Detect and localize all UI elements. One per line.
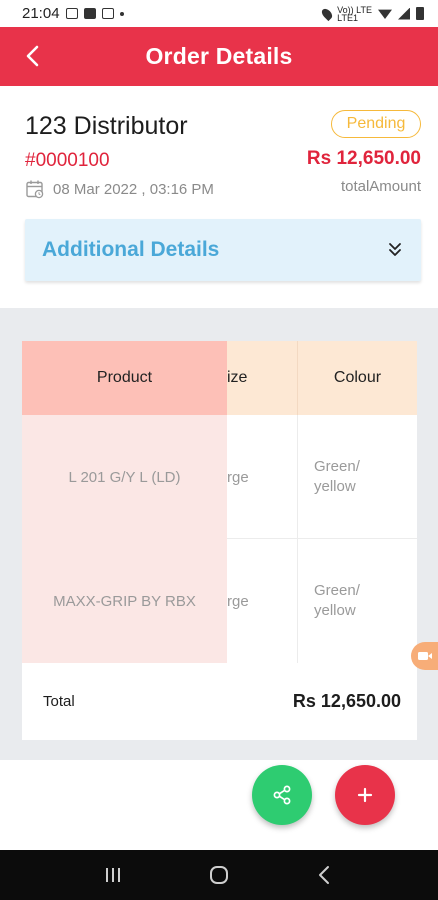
- recent-apps-button[interactable]: [93, 855, 133, 895]
- page-title: Order Details: [145, 43, 293, 69]
- app-notification-icon: [83, 8, 96, 19]
- location-icon: [320, 6, 335, 21]
- system-back-button[interactable]: [305, 855, 345, 895]
- recent-apps-icon: [106, 868, 120, 882]
- network-label: Vo)) LTE LTE1: [337, 4, 372, 23]
- chevron-left-icon: [26, 45, 39, 67]
- back-button[interactable]: [18, 41, 48, 71]
- order-amount: Rs 12,650.00: [306, 148, 421, 169]
- status-time: 21:04: [22, 5, 60, 22]
- cell-size: rge: [227, 592, 249, 610]
- total-label: Total: [43, 693, 75, 710]
- video-notification-icon: [101, 8, 114, 19]
- distributor-name: 123 Distributor: [25, 112, 188, 140]
- additional-details-label: Additional Details: [42, 238, 220, 261]
- screen-recorder-bubble[interactable]: [411, 642, 438, 670]
- order-id: #0000100: [25, 150, 110, 171]
- share-icon: [273, 785, 291, 805]
- system-nav-bar: [0, 850, 438, 900]
- status-bar: 21:04 Vo)) LTE LTE1: [0, 0, 438, 27]
- calendar-icon: [26, 180, 44, 199]
- status-badge: Pending: [331, 110, 421, 138]
- order-date-row: 08 Mar 2022 , 03:16 PM: [25, 179, 214, 199]
- battery-icon: [416, 7, 424, 20]
- back-icon: [319, 866, 329, 884]
- cell-product: L 201 G/Y L (LD): [68, 468, 181, 486]
- cell-colour: Green/ yellow: [297, 415, 417, 539]
- header-colour: Colour: [297, 341, 417, 415]
- home-icon: [210, 866, 228, 884]
- plus-icon: [357, 787, 373, 803]
- video-camera-icon: [418, 652, 432, 660]
- total-row: Total Rs 12,650.00: [22, 663, 417, 740]
- cell-colour: Green/ yellow: [297, 539, 417, 663]
- header-product: Product: [22, 341, 227, 415]
- order-date: 08 Mar 2022 , 03:16 PM: [53, 180, 214, 198]
- wifi-icon: [378, 9, 392, 19]
- home-button[interactable]: [199, 855, 239, 895]
- share-button[interactable]: [252, 765, 312, 825]
- more-notifications-icon: [119, 11, 124, 16]
- cell-product: MAXX-GRIP BY RBX: [53, 592, 196, 610]
- product-column-sticky: L 201 G/Y L (LD) MAXX-GRIP BY RBX: [22, 415, 227, 663]
- header-size: ize: [227, 369, 248, 386]
- order-items-table[interactable]: ize Colour Product rge Green/ yellow rge…: [22, 341, 417, 740]
- order-summary: 123 Distributor Pending #0000100 Rs 12,6…: [0, 86, 438, 308]
- amount-label: totalAmount: [340, 178, 421, 195]
- app-bar: Order Details: [0, 27, 438, 86]
- additional-details-toggle[interactable]: Additional Details: [25, 219, 421, 281]
- total-value: Rs 12,650.00: [292, 691, 401, 711]
- signal-icon: [398, 7, 410, 20]
- cell-size: rge: [227, 468, 249, 486]
- gallery-notification-icon: [65, 8, 78, 19]
- double-chevron-down-icon: [389, 243, 401, 256]
- add-button[interactable]: [335, 765, 395, 825]
